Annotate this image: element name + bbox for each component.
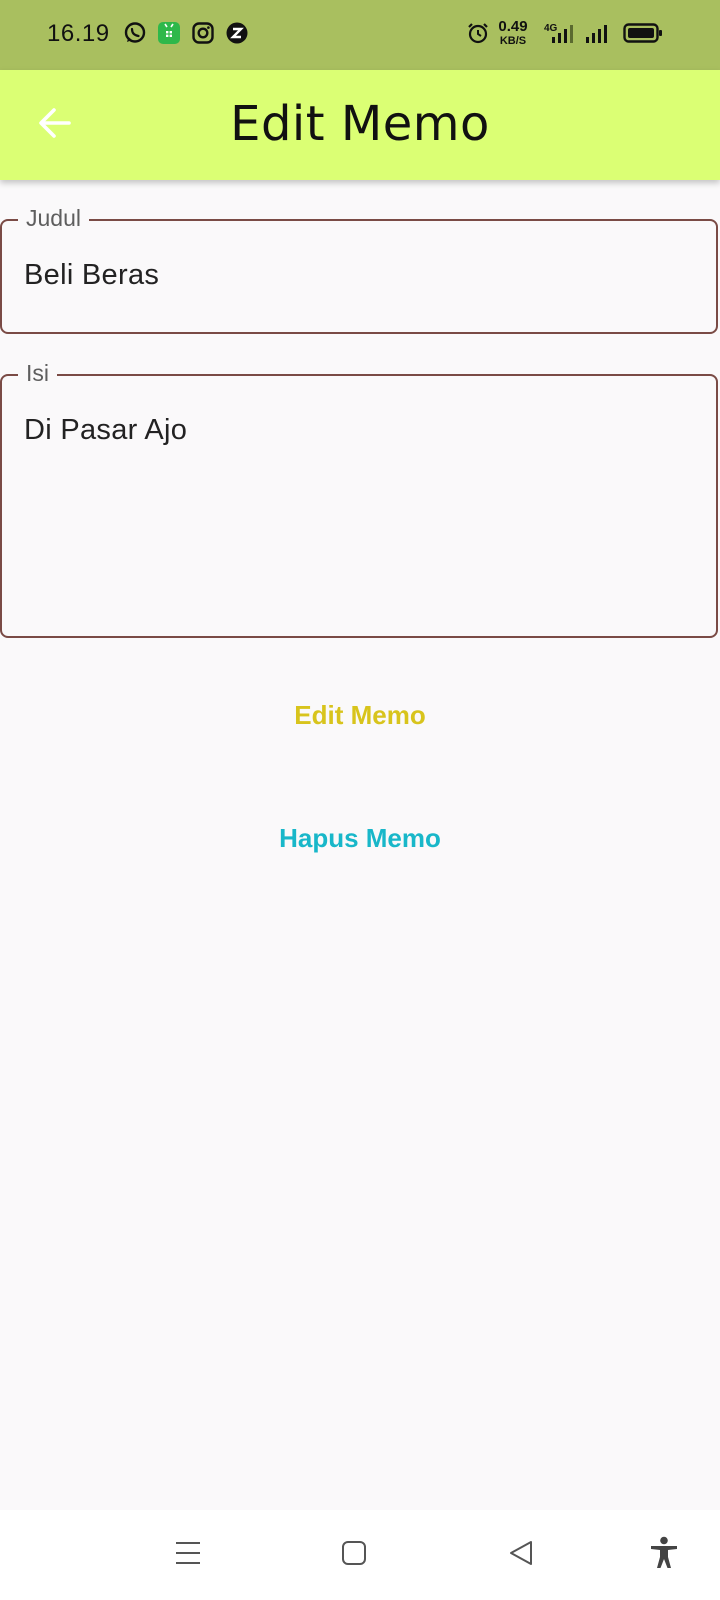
recents-button[interactable] [168,1535,208,1575]
nav-back-button[interactable] [501,1535,541,1575]
store-icon [157,21,181,45]
page-title: Edit Memo [230,96,490,152]
status-bar: 16.19 0.49 KB/S 4G [0,0,720,70]
home-icon [340,1539,368,1572]
accessibility-icon [649,1536,679,1575]
delete-memo-button[interactable]: Hapus Memo [0,823,720,854]
edit-memo-button[interactable]: Edit Memo [0,700,720,731]
status-time: 16.19 [47,20,110,47]
signal-icon [550,21,576,45]
signal-icon-2 [584,21,610,45]
system-nav-bar [0,1510,720,1600]
z-app-icon [225,21,249,45]
alarm-icon [466,21,490,45]
accessibility-button[interactable] [644,1535,684,1575]
title-field-label: Judul [18,205,89,232]
net-speed-value: 0.49 [498,18,528,35]
content-field[interactable]: Isi Di Pasar Ajo [0,360,718,638]
app-bar: Edit Memo [0,70,720,180]
title-field[interactable]: Judul Beli Beras [0,205,718,334]
whatsapp-icon [123,21,147,45]
battery-icon [623,21,663,45]
content-field-value[interactable]: Di Pasar Ajo [24,414,187,447]
home-button[interactable] [334,1535,374,1575]
content-field-label: Isi [18,360,57,387]
title-field-value[interactable]: Beli Beras [24,259,159,292]
back-icon [507,1539,535,1572]
menu-icon [173,1539,203,1572]
instagram-icon [191,21,215,45]
net-speed-unit: KB/S [499,35,527,47]
